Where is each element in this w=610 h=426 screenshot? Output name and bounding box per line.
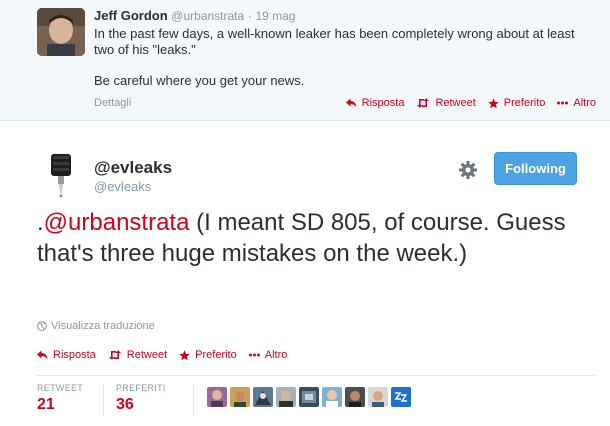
main-reply-button[interactable]: Risposta	[37, 349, 96, 361]
favoriter-avatar[interactable]	[207, 387, 227, 407]
reply-author-avatar[interactable]	[37, 8, 85, 56]
main-author-avatar[interactable]	[37, 152, 85, 200]
star-icon	[179, 349, 190, 360]
reply-tweet-actions: Risposta Retweet Preferito Altro	[345, 97, 596, 109]
retweet-label: Retweet	[435, 97, 476, 109]
retweet-icon	[417, 98, 430, 108]
more-dots-icon	[248, 353, 260, 357]
favoriter-avatar[interactable]	[230, 387, 250, 407]
main-retweet-label: Retweet	[126, 349, 168, 361]
retweet-count-label: RETWEET	[37, 383, 84, 393]
retweet-count-value: 21	[37, 396, 55, 413]
stat-separator	[193, 384, 194, 416]
main-retweet-button[interactable]: Retweet	[108, 349, 167, 361]
gear-icon[interactable]	[456, 158, 480, 182]
more-dots-icon	[557, 101, 569, 105]
favoriter-avatar[interactable]	[299, 387, 319, 407]
reply-separator: ·	[247, 9, 252, 23]
reply-timestamp[interactable]: 19 mag	[255, 9, 295, 23]
stats-divider	[37, 375, 597, 376]
favoriter-avatar[interactable]	[345, 387, 365, 407]
main-tweet-text: .@urbanstrata (I meant SD 805, of course…	[37, 207, 597, 269]
reply-text-paragraph-2: Be careful where you get your news.	[94, 73, 305, 88]
favorite-count-stat[interactable]: PREFERITI 36	[116, 383, 166, 414]
main-favorite-button[interactable]: Preferito	[179, 349, 237, 361]
translate-link[interactable]: Visualizza traduzione	[37, 320, 155, 332]
details-link[interactable]: Dettagli	[94, 97, 131, 109]
favorite-count-value: 36	[116, 396, 134, 413]
favorited-by-avatars	[207, 387, 414, 407]
favoriter-avatar[interactable]	[322, 387, 342, 407]
main-more-button[interactable]: Altro	[248, 349, 288, 361]
reply-author-name[interactable]: Jeff Gordon	[94, 8, 168, 23]
reply-tweet-text: In the past few days, a well-known leake…	[94, 26, 594, 89]
favoriter-avatar[interactable]	[391, 387, 411, 407]
reply-label: Risposta	[361, 97, 405, 109]
stat-separator	[103, 384, 104, 416]
favorite-button[interactable]: Preferito	[488, 97, 546, 109]
tweet-text-prefix: .	[37, 209, 44, 236]
main-author-handle[interactable]: @evleaks	[94, 179, 151, 194]
star-icon	[488, 97, 499, 108]
more-label: Altro	[573, 97, 596, 109]
main-reply-label: Risposta	[53, 349, 96, 361]
retweet-icon	[108, 350, 121, 360]
reply-button[interactable]: Risposta	[345, 97, 405, 109]
following-button[interactable]: Following	[494, 152, 577, 185]
favorite-label: Preferito	[503, 97, 546, 109]
main-favorite-label: Preferito	[195, 349, 237, 361]
retweet-count-stat[interactable]: RETWEET 21	[37, 383, 83, 414]
reply-arrow-icon	[345, 98, 357, 107]
main-tweet-actions: Risposta Retweet Preferito Altro	[37, 349, 287, 361]
favoriter-avatar[interactable]	[253, 387, 273, 407]
globe-icon	[37, 321, 47, 331]
main-author-name[interactable]: @evleaks	[94, 158, 172, 178]
reply-tweet: Jeff Gordon @urbanstrata · 19 mag In the…	[0, 0, 610, 121]
mention-link[interactable]: @urbanstrata	[44, 209, 190, 236]
favorite-count-label: PREFERITI	[116, 383, 166, 393]
reply-author-handle[interactable]: @urbanstrata	[171, 9, 244, 23]
main-more-label: Altro	[264, 349, 288, 361]
reply-header: Jeff Gordon @urbanstrata · 19 mag	[94, 8, 295, 24]
more-button[interactable]: Altro	[557, 97, 596, 109]
reply-arrow-icon	[37, 350, 48, 359]
reply-text-paragraph-1: In the past few days, a well-known leake…	[94, 26, 575, 57]
favoriter-avatar[interactable]	[368, 387, 388, 407]
retweet-button[interactable]: Retweet	[416, 97, 476, 109]
favoriter-avatar[interactable]	[276, 387, 296, 407]
translate-label: Visualizza traduzione	[51, 320, 155, 332]
